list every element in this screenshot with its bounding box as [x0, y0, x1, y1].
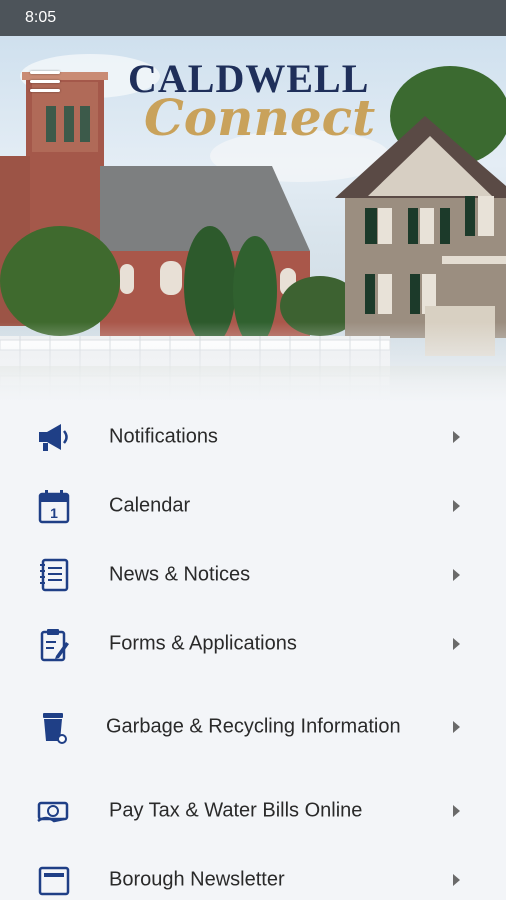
app-logo: CALDWELL Connect	[128, 58, 388, 147]
banner-fade	[0, 322, 506, 402]
menu-item-garbage-recycling[interactable]: Garbage & Recycling Information	[0, 678, 506, 776]
calendar-day: 1	[50, 505, 58, 521]
menu-label: Pay Tax & Water Bills Online	[109, 799, 363, 821]
clipboard-icon	[40, 628, 69, 661]
main-menu-list: Notifications 1 Calendar News & Notices	[0, 402, 506, 900]
megaphone-icon	[39, 423, 68, 451]
chevron-right-icon	[453, 721, 460, 733]
menu-item-calendar[interactable]: 1 Calendar	[0, 471, 506, 540]
chevron-right-icon	[453, 430, 460, 443]
calendar-icon: 1	[38, 489, 70, 523]
hamburger-bar	[30, 71, 60, 74]
chevron-right-icon	[453, 804, 460, 817]
hamburger-bar	[30, 80, 60, 83]
chevron-right-icon	[453, 637, 460, 650]
newsletter-icon	[38, 866, 70, 895]
menu-label: Borough Newsletter	[109, 868, 285, 890]
status-bar: 8:05	[0, 0, 506, 36]
hamburger-bar	[30, 89, 60, 92]
chevron-right-icon	[453, 499, 460, 512]
menu-item-notifications[interactable]: Notifications	[0, 402, 506, 471]
menu-item-borough-newsletter[interactable]: Borough Newsletter	[0, 845, 506, 900]
logo-subtitle: Connect	[144, 88, 376, 147]
menu-hamburger-button[interactable]	[30, 71, 60, 93]
status-time: 8:05	[25, 9, 57, 26]
menu-label: News & Notices	[109, 563, 251, 585]
menu-label: Notifications	[109, 425, 218, 447]
chevron-right-icon	[453, 873, 460, 886]
chevron-right-icon	[453, 568, 460, 581]
menu-item-pay-bills[interactable]: Pay Tax & Water Bills Online	[0, 776, 506, 845]
menu-label: Calendar	[109, 494, 191, 516]
menu-label: Forms & Applications	[109, 632, 297, 654]
menu-label: Garbage & Recycling Information	[106, 715, 401, 738]
header-banner: CALDWELL Connect	[0, 36, 506, 402]
notepad-icon	[40, 558, 69, 591]
menu-item-forms-applications[interactable]: Forms & Applications	[0, 609, 506, 678]
money-hand-icon	[37, 801, 69, 822]
trash-bin-icon	[43, 713, 67, 744]
menu-item-news-notices[interactable]: News & Notices	[0, 540, 506, 609]
